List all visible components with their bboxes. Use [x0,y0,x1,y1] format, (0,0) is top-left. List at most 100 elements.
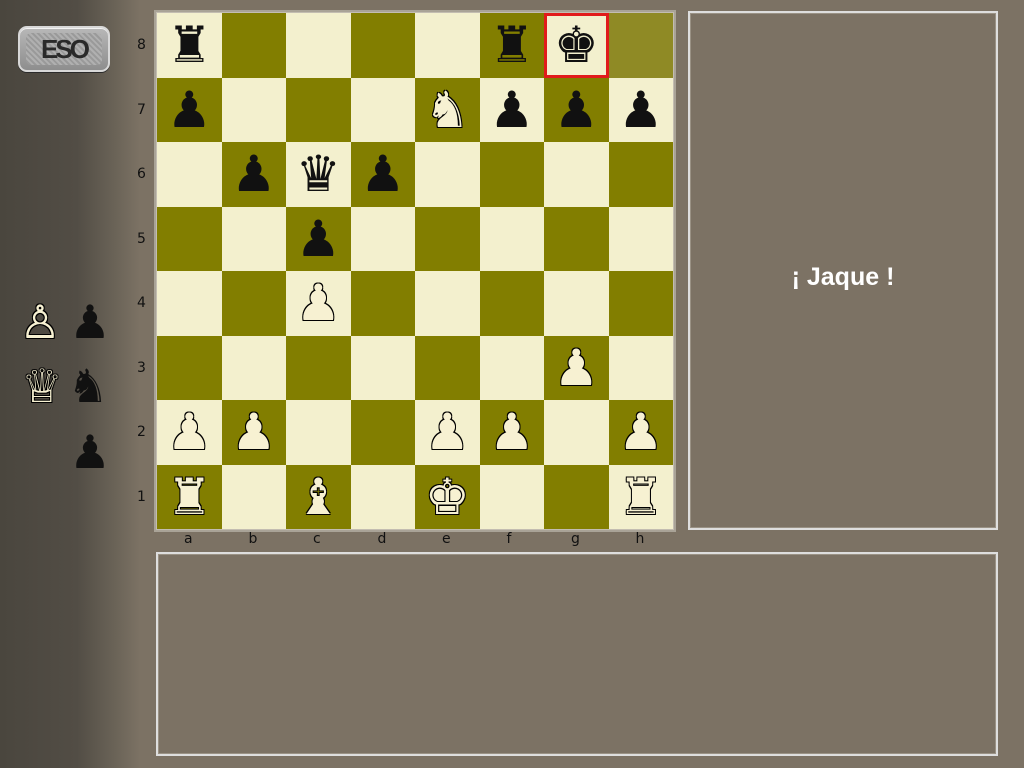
square-h2[interactable]: ♟ [608,400,673,465]
square-e7[interactable]: ♞ [415,77,480,142]
square-b4[interactable] [221,271,286,336]
white-pawn-icon[interactable]: ♟ [554,343,599,393]
square-c4[interactable]: ♟ [286,271,351,336]
square-e1[interactable]: ♚ [415,464,480,529]
square-a7[interactable]: ♟ [157,77,222,142]
white-pawn-icon[interactable]: ♟ [425,407,470,457]
square-b7[interactable] [221,77,286,142]
message-panel: ¡ Jaque ! [688,11,998,530]
square-a4[interactable] [157,271,222,336]
square-c5[interactable]: ♟ [286,206,351,271]
square-g4[interactable] [544,271,609,336]
square-g2[interactable] [544,400,609,465]
square-b8[interactable] [221,13,286,78]
square-g7[interactable]: ♟ [544,77,609,142]
square-a3[interactable] [157,335,222,400]
square-c1[interactable]: ♝ [286,464,351,529]
square-d7[interactable] [350,77,415,142]
square-f7[interactable]: ♟ [479,77,544,142]
square-f4[interactable] [479,271,544,336]
square-g6[interactable] [544,142,609,207]
sidebar: ESO ♙ ♟ ♕ ♞ ♟ [0,0,140,768]
file-label-a: a [184,531,193,547]
white-knight-icon[interactable]: ♞ [425,85,470,135]
square-f1[interactable] [479,464,544,529]
rank-label-6: 6 [137,166,146,182]
black-pawn-icon[interactable]: ♟ [554,85,599,135]
square-f6[interactable] [479,142,544,207]
square-a1[interactable]: ♜ [157,464,222,529]
logo-button[interactable]: ESO [18,26,110,72]
square-d4[interactable] [350,271,415,336]
square-a8[interactable]: ♜ [157,13,222,78]
square-e3[interactable] [415,335,480,400]
square-g8[interactable]: ♚ [544,13,609,78]
square-e4[interactable] [415,271,480,336]
black-rook-icon[interactable]: ♜ [167,20,212,70]
square-f8[interactable]: ♜ [479,13,544,78]
square-c2[interactable] [286,400,351,465]
square-h7[interactable]: ♟ [608,77,673,142]
square-c7[interactable] [286,77,351,142]
black-pawn-icon[interactable]: ♟ [167,85,212,135]
square-g5[interactable] [544,206,609,271]
rank-label-1: 1 [137,488,146,505]
square-f5[interactable] [479,206,544,271]
square-a2[interactable]: ♟ [157,400,222,465]
white-rook-icon[interactable]: ♜ [167,472,212,522]
black-queen-icon[interactable]: ♛ [296,149,341,199]
white-pawn-icon[interactable]: ♟ [296,278,341,328]
square-c8[interactable] [286,13,351,78]
square-g1[interactable] [544,464,609,529]
white-rook-icon[interactable]: ♜ [618,472,663,522]
square-h1[interactable]: ♜ [608,464,673,529]
white-pawn-icon[interactable]: ♟ [618,407,663,457]
square-c3[interactable] [286,335,351,400]
black-pawn-icon[interactable]: ♟ [618,85,663,135]
square-d3[interactable] [350,335,415,400]
square-g3[interactable]: ♟ [544,335,609,400]
square-e8[interactable] [415,13,480,78]
square-h3[interactable] [608,335,673,400]
move-list-panel [156,552,998,756]
black-pawn-icon[interactable]: ♟ [296,214,341,264]
file-label-b: b [248,531,258,547]
white-pawn-icon[interactable]: ♟ [231,407,276,457]
square-e5[interactable] [415,206,480,271]
rank-label-8: 8 [137,37,146,53]
white-king-icon[interactable]: ♚ [425,472,470,522]
black-pawn-icon[interactable]: ♟ [231,149,276,199]
white-pawn-icon[interactable]: ♟ [489,407,534,457]
square-b2[interactable]: ♟ [221,400,286,465]
square-h5[interactable] [608,206,673,271]
square-b1[interactable] [221,464,286,529]
black-rook-icon[interactable]: ♜ [489,20,534,70]
square-b3[interactable] [221,335,286,400]
square-f2[interactable]: ♟ [479,400,544,465]
square-d5[interactable] [350,206,415,271]
square-a6[interactable] [157,142,222,207]
white-bishop-icon[interactable]: ♝ [296,472,341,522]
black-pawn-icon[interactable]: ♟ [360,149,405,199]
black-king-icon[interactable]: ♚ [554,20,599,70]
square-e6[interactable] [415,142,480,207]
square-h4[interactable] [608,271,673,336]
white-pawn-icon[interactable]: ♟ [167,407,212,457]
square-f3[interactable] [479,335,544,400]
square-a5[interactable] [157,206,222,271]
captured-black-bishop-icon: ♟ [69,295,111,349]
rank-label-4: 4 [137,295,146,311]
square-d6[interactable]: ♟ [350,142,415,207]
rank-label-5: 5 [137,230,146,247]
square-b6[interactable]: ♟ [221,142,286,207]
square-h8[interactable] [608,13,673,78]
square-e2[interactable]: ♟ [415,400,480,465]
square-d8[interactable] [350,13,415,78]
square-h6[interactable] [608,142,673,207]
chess-board[interactable]: ♜ ♜ ♚ ♟ ♞ ♟ ♟ ♟ ♟ ♛ ♟ ♟ ♟ ♟ ♟ ♟ ♟ ♟ ♟ ♜ ♝ ♚ ♜ [157,13,673,529]
square-d1[interactable] [350,464,415,529]
square-b5[interactable] [221,206,286,271]
square-c6[interactable]: ♛ [286,142,351,207]
black-pawn-icon[interactable]: ♟ [489,85,534,135]
square-d2[interactable] [350,400,415,465]
